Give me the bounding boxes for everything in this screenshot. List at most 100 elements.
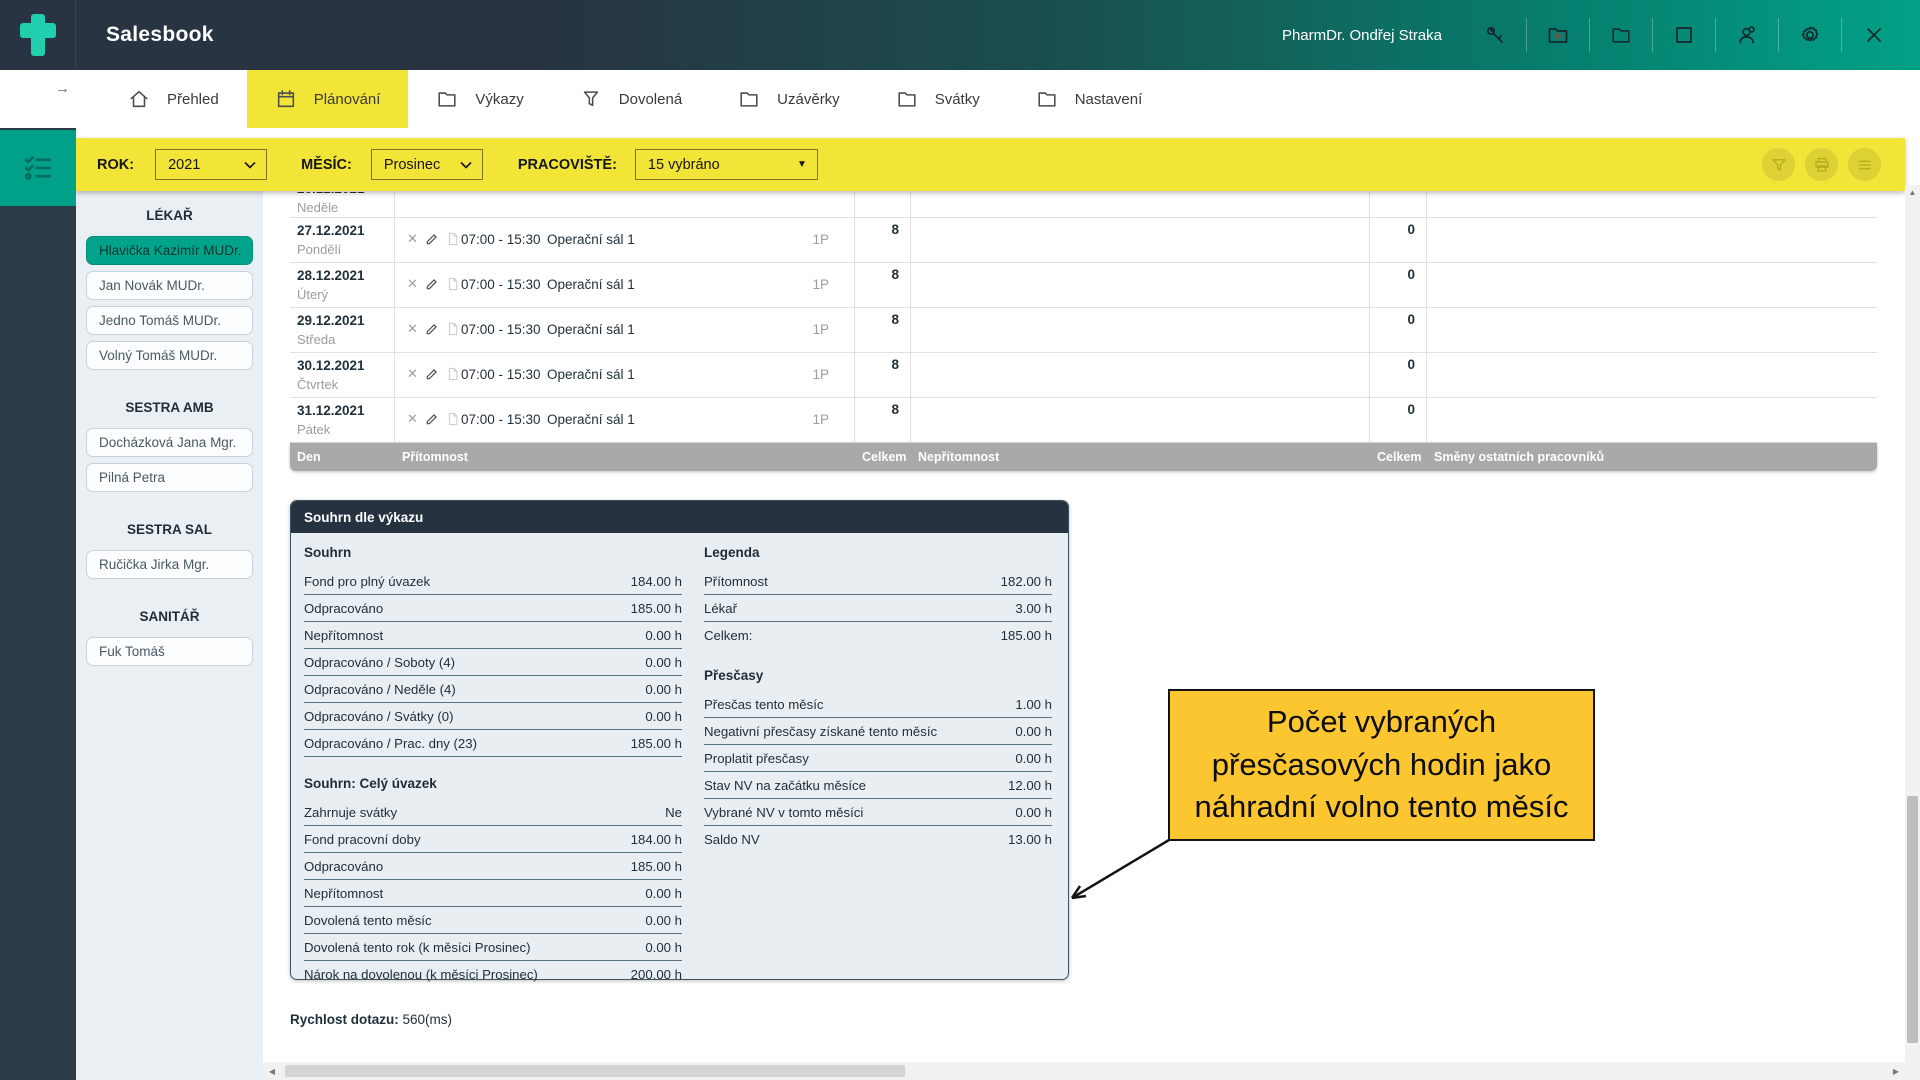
tab-nastaveni[interactable]: Nastavení	[1008, 70, 1171, 128]
scroll-up-icon[interactable]: ▲	[1905, 188, 1920, 197]
row-day-name: Úterý	[297, 287, 328, 302]
tab-vykazy[interactable]: Výkazy	[408, 70, 551, 128]
summary-row-value: 200.00 h	[631, 967, 682, 982]
presence-cell[interactable]: ✕ 07:00 - 15:30 Operační sál 1 1P	[395, 353, 855, 397]
presence-cell[interactable]: ✕ 07:00 - 15:30 Operační sál 1 1P	[395, 218, 855, 262]
day-cell: 28.12.2021 Úterý	[290, 263, 395, 307]
absence-cell[interactable]	[911, 308, 1370, 352]
table-footer-header: DenPřítomnostCelkemNepřítomnostCelkemSmě…	[290, 443, 1877, 471]
row-date: 31.12.2021	[297, 403, 365, 418]
copy-shift-icon[interactable]	[446, 232, 460, 246]
absence-total-cell: 0	[1370, 353, 1427, 397]
sidebar-staff-item[interactable]: Docházková Jana Mgr.	[86, 428, 253, 457]
key-icon[interactable]	[1464, 18, 1527, 52]
square-icon[interactable]	[1653, 18, 1716, 52]
summary-row-value: 184.00 h	[631, 832, 682, 847]
summary-row-value: 185.00 h	[631, 859, 682, 874]
absence-cell[interactable]	[911, 192, 1370, 218]
footer-col-header: Den	[290, 443, 395, 471]
vertical-scroll-thumb[interactable]	[1907, 796, 1918, 1043]
workplace-select[interactable]: 15 vybráno ▼	[635, 149, 818, 180]
copy-shift-icon[interactable]	[446, 322, 460, 336]
tab-dovolena[interactable]: Dovolená	[552, 70, 710, 128]
delete-shift-icon[interactable]: ✕	[407, 276, 418, 292]
summary-row-label: Zahrnuje svátky	[304, 805, 397, 820]
app-logo[interactable]	[0, 0, 76, 70]
copy-shift-icon[interactable]	[446, 412, 460, 426]
day-cell: 30.12.2021 Čtvrtek	[290, 353, 395, 397]
shift-time: 07:00 - 15:30	[461, 232, 541, 247]
sidebar-staff-item[interactable]: Ručička Jirka Mgr.	[86, 550, 253, 579]
absence-cell[interactable]	[911, 353, 1370, 397]
filter-button[interactable]	[1762, 148, 1795, 181]
scroll-left-icon[interactable]: ◀	[263, 1067, 281, 1076]
edit-shift-icon[interactable]	[425, 412, 439, 426]
tab-label: Výkazy	[475, 91, 523, 108]
close-icon[interactable]	[1842, 18, 1905, 52]
summary-row: Odpracováno / Soboty (4) 0.00 h	[304, 649, 682, 676]
shift-place: Operační sál 1	[547, 232, 635, 247]
presence-cell[interactable]: ✕ 07:00 - 15:30 Operační sál 1 1P	[395, 308, 855, 352]
row-date: 28.12.2021	[297, 268, 365, 283]
delete-shift-icon[interactable]: ✕	[407, 366, 418, 382]
folder-n-icon[interactable]: N	[1527, 18, 1590, 52]
folder-icon[interactable]	[1590, 18, 1653, 52]
month-select[interactable]: Prosinec	[371, 149, 483, 180]
summary-row: Přítomnost 182.00 h	[704, 568, 1052, 595]
staff-list-toggle[interactable]	[0, 130, 76, 206]
print-button[interactable]	[1805, 148, 1838, 181]
tab-uzaverky[interactable]: Uzávěrky	[710, 70, 868, 128]
horizontal-scrollbar[interactable]: ◀ ▶	[263, 1062, 1905, 1080]
edit-shift-icon[interactable]	[425, 232, 439, 246]
summary-row: Saldo NV 13.00 h	[704, 826, 1052, 853]
month-value: Prosinec	[384, 157, 440, 173]
sidebar-staff-item[interactable]: Jan Novák MUDr.	[86, 271, 253, 300]
footer-col-header: Celkem	[855, 443, 911, 471]
absence-total-cell: 0	[1370, 263, 1427, 307]
day-cell: 26.12.2021 Neděle	[290, 192, 395, 218]
scroll-right-icon[interactable]: ▶	[1887, 1067, 1905, 1076]
presence-total-cell: 8	[855, 353, 911, 397]
menu-button[interactable]	[1848, 148, 1881, 181]
sidebar-staff-item[interactable]: Fuk Tomáš	[86, 637, 253, 666]
tab-label: Svátky	[935, 91, 980, 108]
presence-total-cell: 0	[855, 192, 911, 218]
summary-row: Nepřítomnost 0.00 h	[304, 622, 682, 649]
delete-shift-icon[interactable]: ✕	[407, 321, 418, 337]
tab-prehled[interactable]: Přehled	[100, 70, 247, 128]
edit-shift-icon[interactable]	[425, 322, 439, 336]
table-row: 30.12.2021 Čtvrtek ✕ 07:00 - 15:30 Opera…	[290, 353, 1877, 398]
horizontal-scroll-thumb[interactable]	[285, 1065, 905, 1077]
absence-cell[interactable]	[911, 263, 1370, 307]
sidebar-staff-item[interactable]: Jedno Tomáš MUDr.	[86, 306, 253, 335]
copy-shift-icon[interactable]	[446, 277, 460, 291]
presence-cell[interactable]: ✕ 07:00 - 15:30 Operační sál 1 1P	[395, 398, 855, 442]
sidebar-staff-item[interactable]: Hlavička Kazimír MUDr.	[86, 236, 253, 265]
edit-shift-icon[interactable]	[425, 367, 439, 381]
edit-shift-icon[interactable]	[425, 277, 439, 291]
gear-icon[interactable]	[1779, 18, 1842, 52]
folder-icon	[738, 88, 760, 110]
folder-icon	[436, 88, 458, 110]
user-icon[interactable]	[1716, 18, 1779, 52]
tab-planovani[interactable]: Plánování	[247, 70, 409, 128]
absence-cell[interactable]	[911, 218, 1370, 262]
absence-cell[interactable]	[911, 398, 1370, 442]
delete-shift-icon[interactable]: ✕	[407, 231, 418, 247]
sidebar-group-title: SANITÁŘ	[76, 609, 263, 625]
year-select[interactable]: 2021	[155, 149, 267, 180]
summary-row: Lékař 3.00 h	[704, 595, 1052, 622]
caret-down-icon: ▼	[797, 159, 807, 170]
collapse-arrow-icon[interactable]: →	[55, 80, 70, 97]
menu-icon	[1856, 156, 1874, 174]
delete-shift-icon[interactable]: ✕	[407, 411, 418, 427]
tab-svatky[interactable]: Svátky	[868, 70, 1008, 128]
presence-cell[interactable]	[395, 192, 855, 218]
vertical-scrollbar[interactable]: ▲ ▼	[1905, 185, 1920, 1080]
presence-cell[interactable]: ✕ 07:00 - 15:30 Operační sál 1 1P	[395, 263, 855, 307]
sidebar-staff-item[interactable]: Volný Tomáš MUDr.	[86, 341, 253, 370]
summary-panel-title: Souhrn dle výkazu	[291, 501, 1068, 533]
tab-label: Uzávěrky	[777, 91, 840, 108]
copy-shift-icon[interactable]	[446, 367, 460, 381]
sidebar-staff-item[interactable]: Pilná Petra	[86, 463, 253, 492]
